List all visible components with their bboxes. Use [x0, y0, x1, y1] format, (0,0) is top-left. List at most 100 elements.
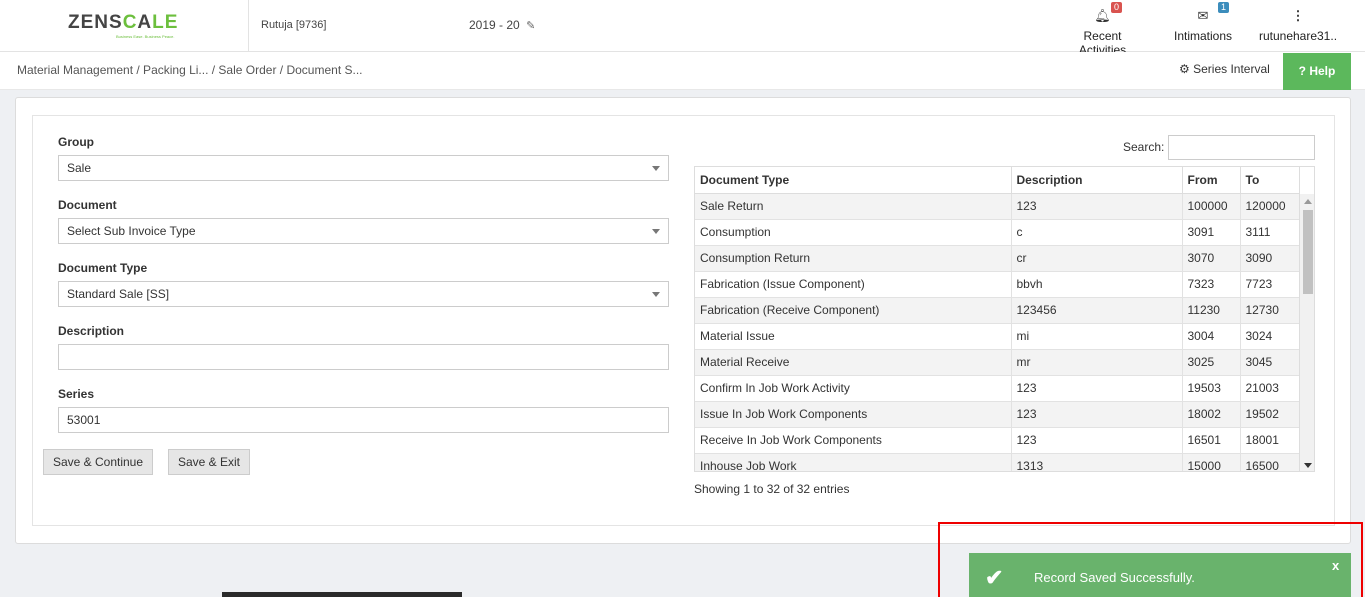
taskbar-fragment	[222, 592, 462, 597]
chevron-down-icon	[652, 166, 660, 171]
column-header-document-type[interactable]: Document Type	[695, 167, 1012, 194]
intimations-badge: 1	[1218, 2, 1230, 13]
intimations[interactable]: ✉ 1 Intimations	[1172, 2, 1234, 43]
scroll-down-arrow-icon[interactable]	[1304, 463, 1312, 468]
table-row[interactable]: Sale Return 123 100000 120000	[695, 193, 1300, 220]
save-exit-button[interactable]: Save & Exit	[168, 449, 250, 475]
cell-document-type: Material Receive	[695, 349, 1012, 376]
cell-to: 3111	[1240, 219, 1300, 246]
cell-document-type: Fabrication (Receive Component)	[695, 297, 1012, 324]
table-row[interactable]: Material Issue mi 3004 3024	[695, 323, 1300, 350]
cell-from: 15000	[1182, 453, 1241, 471]
scroll-up-arrow-icon[interactable]	[1304, 199, 1312, 204]
table-row[interactable]: Material Receive mr 3025 3045	[695, 349, 1300, 376]
cell-description: 123	[1011, 375, 1183, 402]
table-row[interactable]: Consumption c 3091 3111	[695, 219, 1300, 246]
document-label: Document	[58, 198, 117, 212]
cell-description: mi	[1011, 323, 1183, 350]
cell-to: 120000	[1240, 193, 1300, 220]
cell-to: 12730	[1240, 297, 1300, 324]
search-input[interactable]	[1168, 135, 1315, 160]
cell-to: 3024	[1240, 323, 1300, 350]
cell-document-type: Issue In Job Work Components	[695, 401, 1012, 428]
cell-from: 100000	[1182, 193, 1241, 220]
recent-activities-badge: 0	[1111, 2, 1123, 13]
series-input[interactable]: 53001	[58, 407, 669, 433]
header-divider	[248, 0, 249, 52]
cell-to: 7723	[1240, 271, 1300, 298]
cell-from: 3004	[1182, 323, 1241, 350]
recent-activities[interactable]: 🔔︎ 0 Recent Activities	[1060, 2, 1145, 57]
cell-document-type: Consumption	[695, 219, 1012, 246]
help-button[interactable]: ? Help	[1283, 53, 1351, 90]
edit-icon[interactable]: ✎	[526, 19, 535, 32]
description-input[interactable]	[58, 344, 669, 370]
check-icon: ✔	[985, 565, 1004, 590]
cell-from: 3091	[1182, 219, 1241, 246]
success-toast: ✔ Record Saved Successfully. x	[969, 553, 1351, 597]
group-label: Group	[58, 135, 94, 149]
table-row[interactable]: Fabrication (Receive Component) 123456 1…	[695, 297, 1300, 324]
cell-to: 16500	[1240, 453, 1300, 471]
user-id: Rutuja [9736]	[261, 19, 327, 31]
table-row[interactable]: Fabrication (Issue Component) bbvh 7323 …	[695, 271, 1300, 298]
table-header-row: Document Type Description From To	[695, 167, 1300, 194]
cell-document-type: Sale Return	[695, 193, 1012, 220]
cell-description: 123	[1011, 427, 1183, 454]
cell-to: 21003	[1240, 375, 1300, 402]
document-type-select-value: Standard Sale [SS]	[67, 287, 170, 301]
table-row[interactable]: Receive In Job Work Components 123 16501…	[695, 427, 1300, 454]
group-select-value: Sale	[67, 161, 92, 175]
series-interval-link[interactable]: ⚙ Series Interval	[1179, 62, 1270, 76]
cell-from: 7323	[1182, 271, 1241, 298]
chevron-down-icon	[652, 229, 660, 234]
gear-icon: ⚙	[1179, 62, 1190, 76]
form-container: Group Sale Document Select Sub Invoice T…	[32, 115, 1335, 526]
group-select[interactable]: Sale	[58, 155, 669, 181]
document-select[interactable]: Select Sub Invoice Type	[58, 218, 669, 244]
user-menu[interactable]: ⋮ rutunehare31..	[1258, 8, 1338, 43]
table-row[interactable]: Consumption Return cr 3070 3090	[695, 245, 1300, 272]
column-header-to[interactable]: To	[1240, 167, 1300, 194]
document-type-label: Document Type	[58, 261, 148, 275]
document-select-value: Select Sub Invoice Type	[67, 224, 196, 238]
cell-description: 123456	[1011, 297, 1183, 324]
intimations-label: Intimations	[1173, 29, 1233, 43]
series-interval-label: Series Interval	[1193, 62, 1270, 76]
breadcrumb[interactable]: Material Management / Packing Li... / Sa…	[17, 63, 363, 77]
question-circle-icon: ?	[1298, 64, 1306, 78]
scrollbar-thumb[interactable]	[1303, 210, 1313, 294]
cell-document-type: Confirm In Job Work Activity	[695, 375, 1012, 402]
cell-from: 18002	[1182, 401, 1241, 428]
table-row[interactable]: Inhouse Job Work 1313 15000 16500	[695, 453, 1300, 471]
table-row[interactable]: Confirm In Job Work Activity 123 19503 2…	[695, 375, 1300, 402]
close-icon[interactable]: x	[1332, 558, 1339, 573]
cell-description: 123	[1011, 401, 1183, 428]
cell-description: 1313	[1011, 453, 1183, 471]
cell-description: bbvh	[1011, 271, 1183, 298]
top-header: ZENSCALE Business Ease. Business Peace. …	[0, 0, 1365, 57]
zenscale-logo[interactable]: ZENSCALE Business Ease. Business Peace.	[68, 12, 180, 39]
save-continue-button[interactable]: Save & Continue	[43, 449, 153, 475]
table-row[interactable]: Issue In Job Work Components 123 18002 1…	[695, 401, 1300, 428]
table-info: Showing 1 to 32 of 32 entries	[694, 482, 850, 496]
cell-document-type: Consumption Return	[695, 245, 1012, 272]
username-label: rutunehare31..	[1258, 29, 1338, 43]
cell-from: 11230	[1182, 297, 1241, 324]
column-header-description[interactable]: Description	[1011, 167, 1183, 194]
bell-icon: 🔔︎	[1094, 8, 1111, 23]
kebab-menu-icon: ⋮	[1291, 8, 1305, 23]
series-table: Document Type Description From To Sale R…	[694, 166, 1315, 472]
toast-message: Record Saved Successfully.	[1034, 570, 1195, 585]
cell-document-type: Inhouse Job Work	[695, 453, 1012, 471]
help-label: Help	[1309, 64, 1336, 78]
logo-tagline: Business Ease. Business Peace.	[116, 34, 175, 39]
cell-from: 16501	[1182, 427, 1241, 454]
table-scrollbar[interactable]	[1299, 194, 1314, 471]
column-header-from[interactable]: From	[1182, 167, 1241, 194]
fiscal-year[interactable]: 2019 - 20 ✎	[469, 18, 535, 32]
cell-document-type: Material Issue	[695, 323, 1012, 350]
cell-description: mr	[1011, 349, 1183, 376]
document-type-select[interactable]: Standard Sale [SS]	[58, 281, 669, 307]
breadcrumb-bar: Material Management / Packing Li... / Sa…	[0, 52, 1365, 90]
